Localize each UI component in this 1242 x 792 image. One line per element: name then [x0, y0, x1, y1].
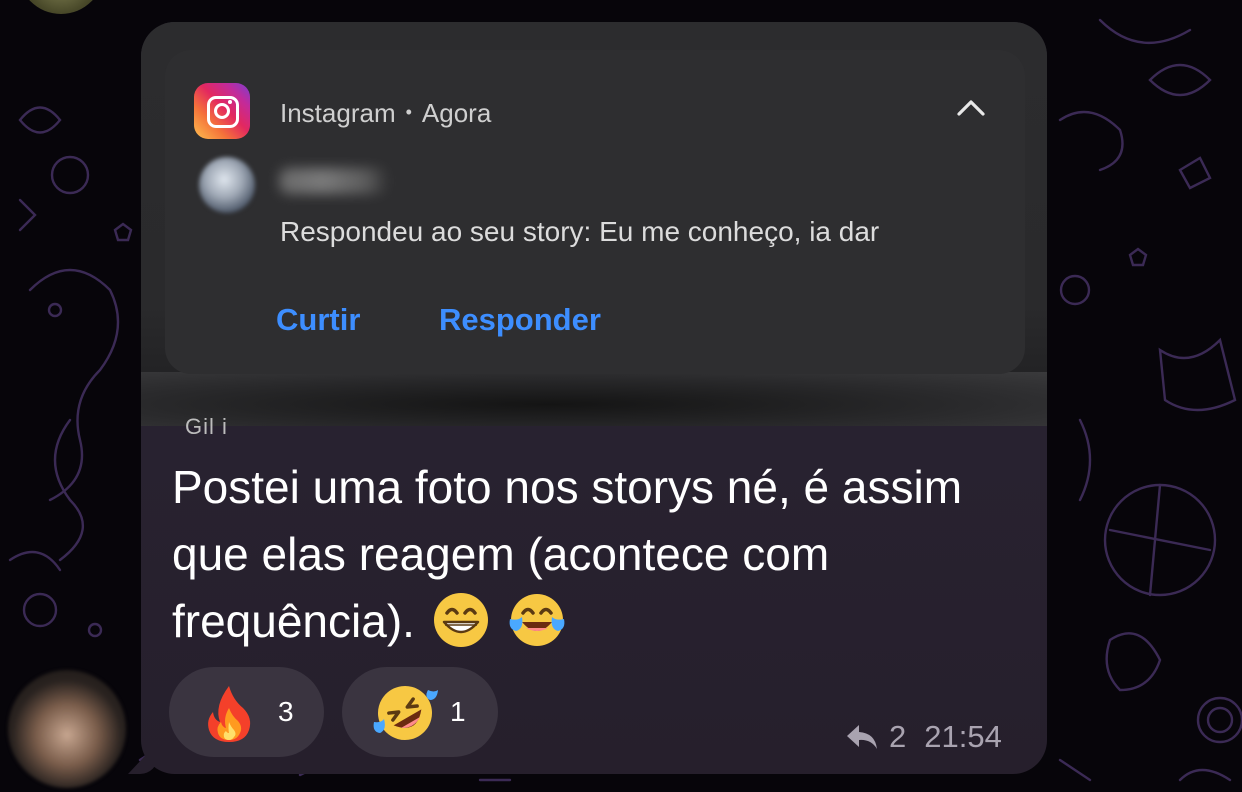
- reaction-fire[interactable]: 3: [169, 667, 324, 757]
- tears-of-joy-emoji-icon: [510, 594, 565, 646]
- grinning-face-emoji-icon: [433, 593, 488, 647]
- notification-time: Agora: [421, 98, 492, 128]
- reply-count[interactable]: 2: [889, 719, 906, 754]
- screenshot-footer-text: Gil i: [185, 414, 228, 439]
- reaction-rofl-count: 1: [450, 696, 466, 727]
- instagram-icon: [194, 83, 250, 139]
- reaction-rofl[interactable]: 1: [342, 667, 498, 757]
- notification-header: Instagram • Agora: [280, 98, 491, 129]
- sender-avatar-profile[interactable]: [8, 670, 126, 788]
- notification-body: Respondeu ao seu story: Eu me conheço, i…: [280, 216, 880, 247]
- attached-screenshot[interactable]: Gil i Instagram • Agora Respondeu ao seu s…: [141, 22, 1047, 439]
- message-bubble[interactable]: Gil i Instagram • Agora Respondeu ao seu s…: [141, 22, 1047, 774]
- chevron-up-icon[interactable]: [955, 96, 987, 120]
- app-name: Instagram: [280, 98, 396, 128]
- sender-name-blurred: [279, 168, 389, 194]
- reply-action-button[interactable]: Responder: [439, 302, 601, 338]
- screenshot-background: [141, 372, 1047, 426]
- sender-avatar: [199, 157, 255, 213]
- message-text: Postei uma foto nos storys né, é assim q…: [172, 454, 1012, 655]
- message-meta: 2 21:54: [845, 719, 1002, 755]
- rolling-laughing-emoji-icon: [373, 686, 438, 740]
- header-separator: •: [405, 102, 412, 122]
- instagram-notification[interactable]: Instagram • Agora Respondeu ao seu story: …: [165, 50, 1025, 374]
- like-action-button[interactable]: Curtir: [276, 302, 360, 338]
- fire-icon: [208, 686, 251, 742]
- reply-icon[interactable]: [845, 723, 879, 751]
- reaction-fire-count: 3: [278, 696, 294, 727]
- message-time: 21:54: [924, 719, 1002, 754]
